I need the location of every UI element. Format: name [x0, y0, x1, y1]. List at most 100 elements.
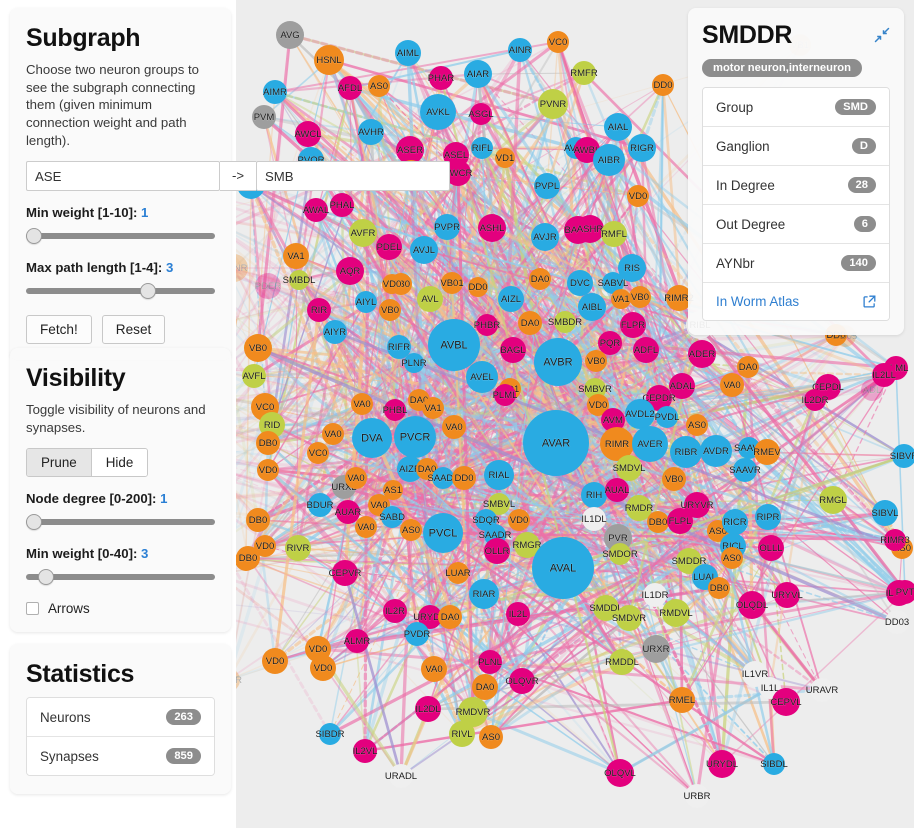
graph-node[interactable]: ASHR — [576, 215, 604, 243]
graph-node[interactable]: AVL — [417, 286, 443, 312]
graph-node-circle[interactable] — [434, 214, 460, 240]
graph-node[interactable]: IL2DL — [415, 696, 441, 722]
graph-node[interactable]: AFDL — [338, 76, 362, 100]
graph-node-circle[interactable] — [283, 243, 309, 269]
graph-node-circle[interactable] — [662, 467, 686, 491]
graph-node-circle[interactable] — [352, 418, 392, 458]
graph-node-circle[interactable] — [470, 103, 492, 125]
graph-node-circle[interactable] — [667, 508, 693, 534]
graph-node-circle[interactable] — [529, 268, 551, 290]
graph-node[interactable]: ADL — [861, 379, 883, 401]
graph-node-circle[interactable] — [236, 546, 260, 570]
graph-node-circle[interactable] — [611, 289, 631, 309]
graph-node[interactable]: AS0 — [721, 547, 743, 569]
graph-node[interactable]: AS0 — [368, 75, 390, 97]
graph-node[interactable]: VA0 — [720, 373, 744, 397]
graph-node-circle[interactable] — [472, 674, 498, 700]
graph-node-circle[interactable] — [383, 599, 407, 623]
graph-node-circle[interactable] — [351, 393, 373, 415]
graph-node[interactable]: HSNL — [314, 45, 344, 75]
graph-node-circle[interactable] — [376, 234, 402, 260]
graph-node-circle[interactable] — [523, 410, 589, 476]
external-link-icon[interactable] — [863, 295, 876, 308]
graph-node-circle[interactable] — [441, 272, 463, 294]
graph-node[interactable]: RIPR — [755, 504, 781, 530]
graph-node[interactable]: VA1 — [611, 289, 631, 309]
graph-node-circle[interactable] — [620, 312, 646, 338]
graph-node-circle[interactable] — [604, 113, 632, 141]
graph-node-circle[interactable] — [616, 605, 642, 631]
graph-node[interactable]: VA0 — [421, 656, 447, 682]
graph-node-circle[interactable] — [708, 577, 730, 599]
graph-node[interactable]: AVDR — [700, 435, 732, 467]
graph-node-circle[interactable] — [758, 535, 784, 561]
graph-node[interactable]: ADFL — [633, 337, 659, 363]
graph-node[interactable]: AS0 — [686, 414, 708, 436]
graph-node-circle[interactable] — [872, 500, 898, 526]
graph-node-circle[interactable] — [708, 750, 736, 778]
graph-node[interactable]: RIFR — [387, 335, 411, 359]
graph-node-circle[interactable] — [484, 538, 510, 564]
graph-node-circle[interactable] — [255, 273, 281, 299]
graph-node[interactable]: RICR — [722, 509, 748, 535]
graph-node[interactable]: ADAL — [669, 373, 695, 399]
graph-node[interactable]: DA0 — [438, 605, 462, 629]
graph-node[interactable]: DD0 — [452, 466, 476, 490]
graph-node[interactable]: AVFL — [242, 364, 266, 388]
graph-node[interactable]: AVDL2 — [625, 399, 655, 429]
graph-node[interactable]: OLLR — [484, 538, 510, 564]
graph-node-circle[interactable] — [605, 478, 629, 502]
graph-node-circle[interactable] — [396, 136, 424, 164]
graph-node[interactable]: AIAL — [604, 113, 632, 141]
graph-node[interactable]: AVBL — [428, 319, 480, 371]
graph-node-circle[interactable] — [479, 725, 503, 749]
graph-node[interactable]: VA0 — [355, 516, 377, 538]
vis-min-weight-knob[interactable] — [38, 569, 54, 586]
graph-node[interactable]: VA0 — [351, 393, 373, 415]
graph-node-circle[interactable] — [633, 337, 659, 363]
graph-node-circle[interactable] — [534, 338, 582, 386]
graph-node[interactable]: AIAR — [464, 60, 492, 88]
graph-node-circle[interactable] — [307, 442, 329, 464]
graph-node[interactable]: AVHR — [358, 119, 384, 145]
source-group-input[interactable] — [26, 161, 220, 192]
graph-node[interactable]: DA0 — [529, 268, 551, 290]
graph-node-circle[interactable] — [632, 426, 668, 462]
graph-node[interactable]: DVA — [352, 418, 392, 458]
graph-node[interactable]: VD0 — [508, 509, 530, 531]
graph-node-circle[interactable] — [415, 696, 441, 722]
graph-node-circle[interactable] — [242, 364, 266, 388]
vis-min-weight-track[interactable] — [26, 574, 215, 581]
graph-node[interactable]: ADER — [688, 340, 716, 368]
graph-node[interactable]: VA1 — [422, 397, 444, 419]
graph-node-circle[interactable] — [449, 721, 475, 747]
graph-node[interactable]: AINR — [508, 38, 532, 62]
graph-node[interactable]: VA0 — [442, 415, 466, 439]
graph-node-circle[interactable] — [509, 668, 535, 694]
graph-node[interactable]: OLLL — [758, 535, 784, 561]
graph-node[interactable]: VA0 — [345, 467, 367, 489]
graph-node[interactable]: AIYL — [355, 291, 377, 313]
graph-node-circle[interactable] — [256, 431, 280, 455]
graph-node-circle[interactable] — [432, 467, 454, 489]
graph-node-circle[interactable] — [892, 444, 914, 468]
graph-node[interactable]: IL2R — [383, 599, 407, 623]
target-group-input[interactable] — [256, 161, 450, 192]
graph-node-circle[interactable] — [469, 579, 499, 609]
graph-node[interactable]: RIH — [581, 482, 607, 508]
graph-node[interactable]: AIMR — [263, 80, 287, 104]
graph-node-circle[interactable] — [478, 214, 506, 242]
graph-node-circle[interactable] — [688, 340, 716, 368]
graph-node-circle[interactable] — [468, 277, 488, 297]
graph-node-circle[interactable] — [755, 504, 781, 530]
graph-node-circle[interactable] — [319, 723, 341, 745]
graph-node-circle[interactable] — [652, 74, 674, 96]
worm-atlas-link-row[interactable]: In Worm Atlas — [703, 283, 889, 320]
graph-node-circle[interactable] — [582, 507, 606, 531]
graph-node-circle[interactable] — [754, 439, 780, 465]
graph-node[interactable]: PLNL — [478, 650, 502, 674]
graph-node-circle[interactable] — [656, 406, 678, 428]
graph-node[interactable]: AIML — [395, 40, 421, 66]
graph-node[interactable]: VB0 — [379, 299, 401, 321]
graph-node-circle[interactable] — [585, 350, 607, 372]
